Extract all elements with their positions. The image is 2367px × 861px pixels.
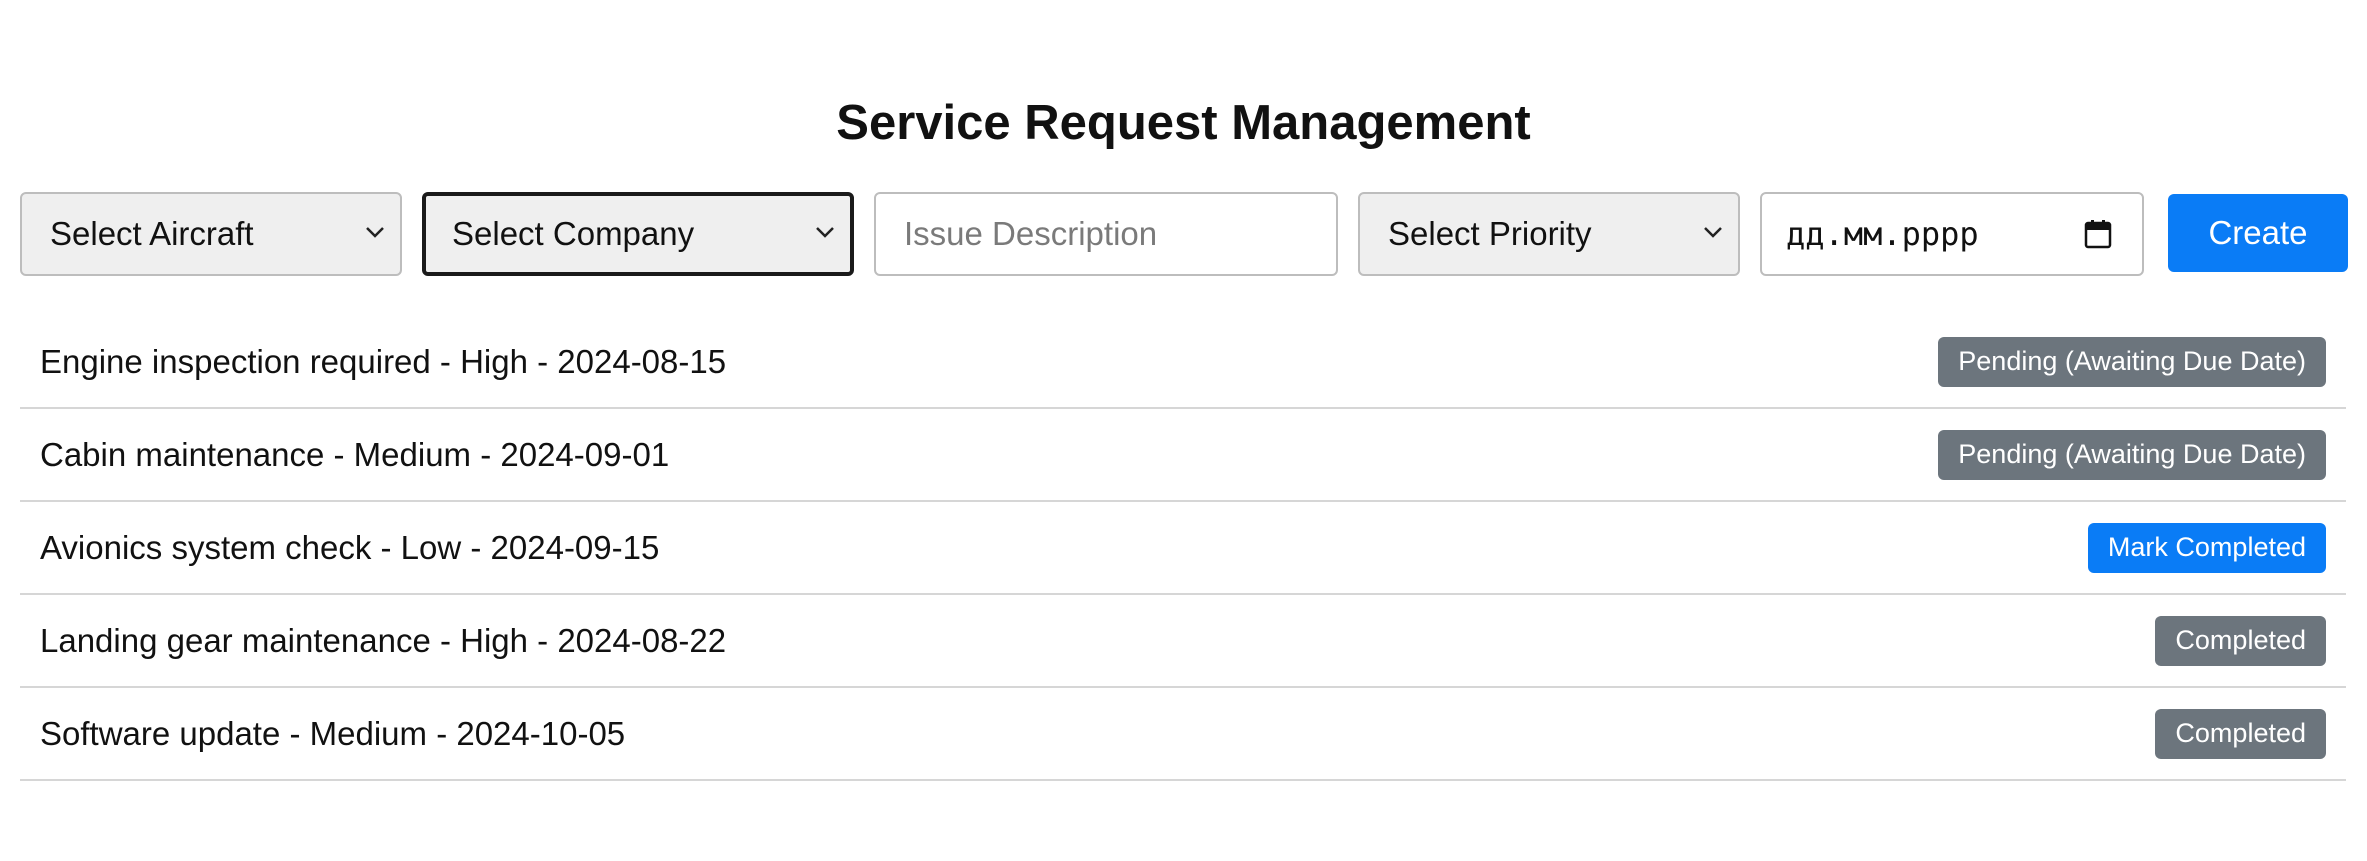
page: Service Request Management Select Aircra… xyxy=(0,0,2367,861)
request-item-text: Avionics system check - Low - 2024-09-15 xyxy=(40,528,660,566)
status-badge: Pending (Awaiting Due Date) xyxy=(1938,336,2326,387)
priority-select[interactable]: Select Priority xyxy=(1358,192,1740,276)
request-item-text: Landing gear maintenance - High - 2024-0… xyxy=(40,621,727,659)
request-item: Avionics system check - Low - 2024-09-15… xyxy=(20,502,2346,595)
request-item-text: Cabin maintenance - Medium - 2024-09-01 xyxy=(40,435,670,473)
request-item-text: Software update - Medium - 2024-10-05 xyxy=(40,714,626,752)
request-item: Engine inspection required - High - 2024… xyxy=(20,316,2346,409)
page-title: Service Request Management xyxy=(836,96,1531,150)
due-date-placeholder: дд.мм.рррр xyxy=(1786,215,1979,253)
calendar-icon[interactable] xyxy=(2084,219,2112,249)
aircraft-select-value: Select Aircraft xyxy=(50,215,254,252)
issue-description-placeholder: Issue Description xyxy=(904,215,1158,252)
status-badge: Completed xyxy=(2155,615,2326,666)
status-badge: Completed xyxy=(2155,708,2326,759)
status-badge: Pending (Awaiting Due Date) xyxy=(1938,429,2326,480)
company-select-value: Select Company xyxy=(452,215,695,252)
request-item: Cabin maintenance - Medium - 2024-09-01 P… xyxy=(20,409,2346,502)
chevron-down-icon xyxy=(816,227,834,238)
chevron-down-icon xyxy=(1704,227,1722,238)
request-item: Software update - Medium - 2024-10-05 Com… xyxy=(20,688,2346,781)
mark-completed-button[interactable]: Mark Completed xyxy=(2087,522,2326,573)
due-date-input[interactable]: дд.мм.рррр xyxy=(1760,192,2144,276)
company-select[interactable]: Select Company xyxy=(422,192,854,276)
chevron-down-icon xyxy=(366,227,384,238)
create-button[interactable]: Create xyxy=(2168,194,2348,272)
priority-select-value: Select Priority xyxy=(1388,215,1592,252)
issue-description-input[interactable]: Issue Description xyxy=(874,192,1338,276)
request-item: Landing gear maintenance - High - 2024-0… xyxy=(20,595,2346,688)
aircraft-select[interactable]: Select Aircraft xyxy=(20,192,402,276)
service-request-list: Engine inspection required - High - 2024… xyxy=(20,316,2346,781)
request-item-text: Engine inspection required - High - 2024… xyxy=(40,342,727,380)
